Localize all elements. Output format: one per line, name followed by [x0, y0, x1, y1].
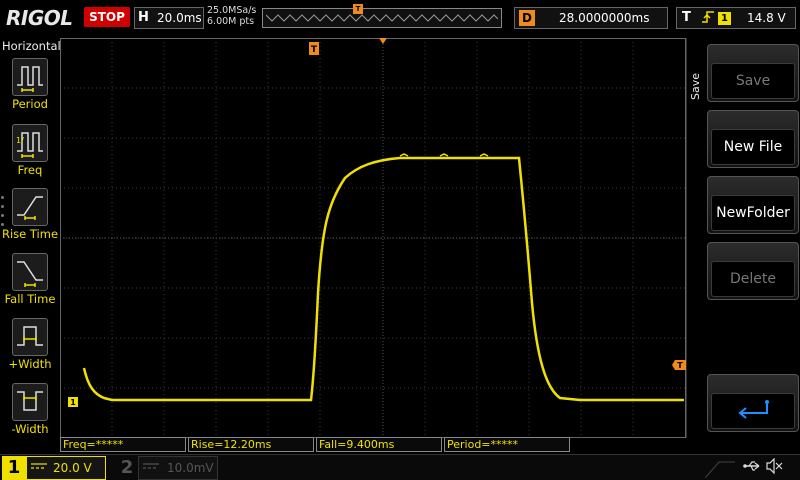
measure-neg-width-button[interactable]: -Width: [0, 383, 60, 445]
top-status-bar: RIGOL STOP H 20.0ms 25.0MSa/s 6.00M pts …: [0, 0, 800, 36]
trigger-level-label: T: [677, 361, 683, 370]
return-icon: [711, 393, 795, 429]
measure-period-button[interactable]: Period: [0, 58, 60, 120]
trigger-position-marker[interactable]: T: [309, 42, 319, 55]
usb-icon: [743, 458, 761, 478]
measure-fall-time-label: Fall Time: [4, 292, 56, 306]
status-decor: [705, 461, 735, 478]
waveform-display[interactable]: T 1 T: [60, 38, 686, 438]
memory-overview-bar: T: [262, 4, 502, 28]
freq-icon: 1/: [12, 124, 48, 162]
dc-coupling-icon: [31, 461, 47, 474]
measure-sidebar: Horizontal Period 1/ Freq Rise Time Fall…: [0, 36, 61, 454]
new-file-softkey-label: New File: [711, 129, 795, 165]
fall-time-icon: [12, 253, 48, 291]
return-softkey[interactable]: [707, 374, 799, 432]
measurement-period-result[interactable]: Period=*****: [444, 437, 570, 452]
trigger-label: T: [682, 10, 691, 25]
trigger-source: 1: [718, 12, 731, 25]
measure-neg-width-label: -Width: [11, 422, 49, 436]
timebase-indicator[interactable]: H 20.0ms: [134, 7, 204, 29]
trigger-position-label: T: [311, 45, 318, 55]
ch1-offset-marker[interactable]: 1: [68, 397, 78, 407]
measure-fall-time-button[interactable]: Fall Time: [0, 253, 60, 315]
ch2-vertical-scale: 10.0mV: [167, 461, 214, 475]
ch1-settings[interactable]: 20.0 V: [26, 456, 106, 480]
period-icon: [12, 58, 48, 96]
measurement-fall-result[interactable]: Fall=9.400ms: [316, 437, 442, 452]
measure-freq-button[interactable]: 1/ Freq: [0, 124, 60, 186]
memory-waveform-preview: [266, 14, 498, 22]
rising-edge-icon: [701, 9, 715, 29]
measure-period-label: Period: [12, 97, 48, 111]
neg-width-icon: [12, 383, 48, 421]
run-stop-status[interactable]: STOP: [84, 7, 130, 27]
save-softkey[interactable]: Save: [707, 44, 799, 102]
delete-softkey-label: Delete: [711, 261, 795, 297]
delete-softkey[interactable]: Delete: [707, 242, 799, 300]
rise-time-icon: [12, 188, 48, 226]
pos-width-icon: [12, 318, 48, 356]
ch2-button[interactable]: 2: [116, 456, 138, 480]
measurement-freq-result[interactable]: Freq=*****: [60, 437, 186, 452]
trigger-level: 14.8 V: [747, 11, 786, 25]
measure-category-title: Horizontal: [2, 39, 61, 53]
horizontal-label: H: [138, 10, 149, 25]
ch1-vertical-scale: 20.0 V: [53, 461, 92, 475]
ch1-offset-label: 1: [70, 398, 76, 407]
memory-depth: 6.00M pts: [207, 16, 255, 27]
delay-label: D: [519, 10, 535, 26]
brand-logo: RIGOL: [6, 6, 73, 30]
memory-trigger-marker: T: [353, 4, 363, 14]
dc-coupling-icon: [143, 461, 159, 474]
ch2-settings[interactable]: 10.0mV: [138, 456, 218, 480]
trigger-indicator[interactable]: T 1 14.8 V: [676, 7, 796, 29]
mute-icon[interactable]: [765, 457, 783, 478]
measure-rise-time-button[interactable]: Rise Time: [0, 188, 60, 250]
measure-pos-width-button[interactable]: +Width: [0, 318, 60, 380]
save-softkey-label: Save: [711, 63, 795, 99]
sample-rate: 25.0MSa/s: [207, 5, 257, 16]
acquisition-info: 25.0MSa/s 6.00M pts: [207, 5, 256, 27]
new-folder-softkey-label: NewFolder: [711, 195, 795, 231]
measure-rise-time-label: Rise Time: [1, 227, 59, 241]
measurement-results-bar: Freq=***** Rise=12.20ms Fall=9.400ms Per…: [60, 437, 686, 454]
delay-indicator[interactable]: D 28.0000000ms: [514, 7, 668, 29]
new-folder-softkey[interactable]: NewFolder: [707, 176, 799, 234]
new-file-softkey[interactable]: New File: [707, 110, 799, 168]
measure-pos-width-label: +Width: [8, 357, 52, 371]
save-softkey-menu: Save Save New File NewFolder Delete: [686, 38, 800, 438]
delay-value: 28.0000000ms: [559, 11, 650, 25]
channel-status-bar: 1 20.0 V 2 10.0mV: [0, 454, 800, 480]
measurement-rise-result[interactable]: Rise=12.20ms: [188, 437, 314, 452]
svg-text:1/: 1/: [16, 136, 24, 145]
menu-title: Save: [689, 72, 702, 100]
system-status-area: [705, 457, 797, 478]
measure-freq-label: Freq: [17, 163, 43, 177]
timebase-value: 20.0ms: [157, 11, 202, 25]
ch1-button[interactable]: 1: [2, 456, 26, 480]
